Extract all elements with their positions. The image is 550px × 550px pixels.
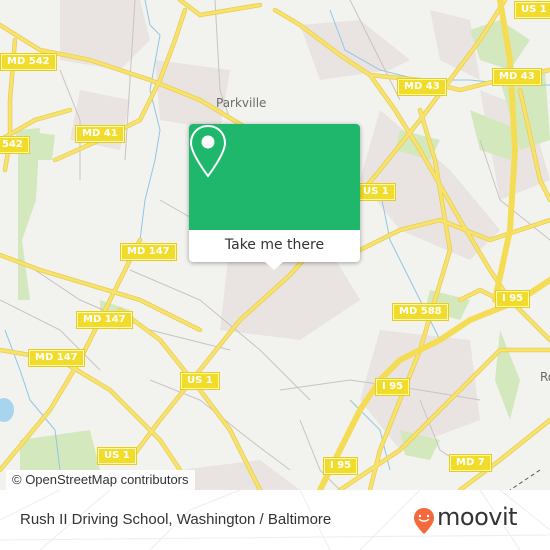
route-shield-md41: MD 41 [75, 125, 125, 143]
map-canvas[interactable]: Parkville Ro MD 542 542 MD 41 US 1 MD 43… [0, 0, 550, 490]
popup-pointer [265, 262, 283, 270]
popup-header[interactable] [189, 124, 360, 230]
map-pin-icon [189, 124, 227, 178]
route-shield-i95: I 95 [322, 457, 359, 475]
footer-bar: Rush II Driving School, Washington / Bal… [0, 490, 550, 550]
route-shield-md147: MD 147 [76, 311, 133, 329]
route-shield-us1: US 1 [180, 372, 220, 390]
moovit-wordmark: moovit [437, 503, 518, 531]
take-me-there-button[interactable]: Take me there [189, 230, 360, 262]
place-label-parkville: Parkville [216, 96, 267, 110]
location-popup: Take me there [189, 124, 360, 270]
route-shield-md542: MD 542 [0, 53, 57, 71]
place-title: Rush II Driving School, Washington / Bal… [20, 511, 332, 528]
route-shield-md43: MD 43 [492, 68, 542, 86]
place-label-ro: Ro [540, 370, 550, 384]
route-shield-i95: I 95 [494, 290, 531, 308]
lake [0, 398, 14, 422]
route-shield-us1: US 1 [514, 1, 550, 19]
route-shield-us1: US 1 [356, 183, 396, 201]
moovit-pin-icon [414, 508, 434, 534]
route-shield-md43: MD 43 [397, 78, 447, 96]
route-shield-md147: MD 147 [120, 243, 177, 261]
map-attribution[interactable]: © OpenStreetMap contributors [6, 470, 195, 490]
route-shield-us1: US 1 [97, 447, 137, 465]
route-shield-md7: MD 7 [449, 454, 492, 472]
railway [509, 469, 541, 490]
route-shield-md588: MD 588 [392, 303, 449, 321]
route-shield-md147: MD 147 [28, 349, 85, 367]
route-shield-i95: I 95 [374, 378, 411, 396]
route-shield-542: 542 [0, 136, 30, 154]
